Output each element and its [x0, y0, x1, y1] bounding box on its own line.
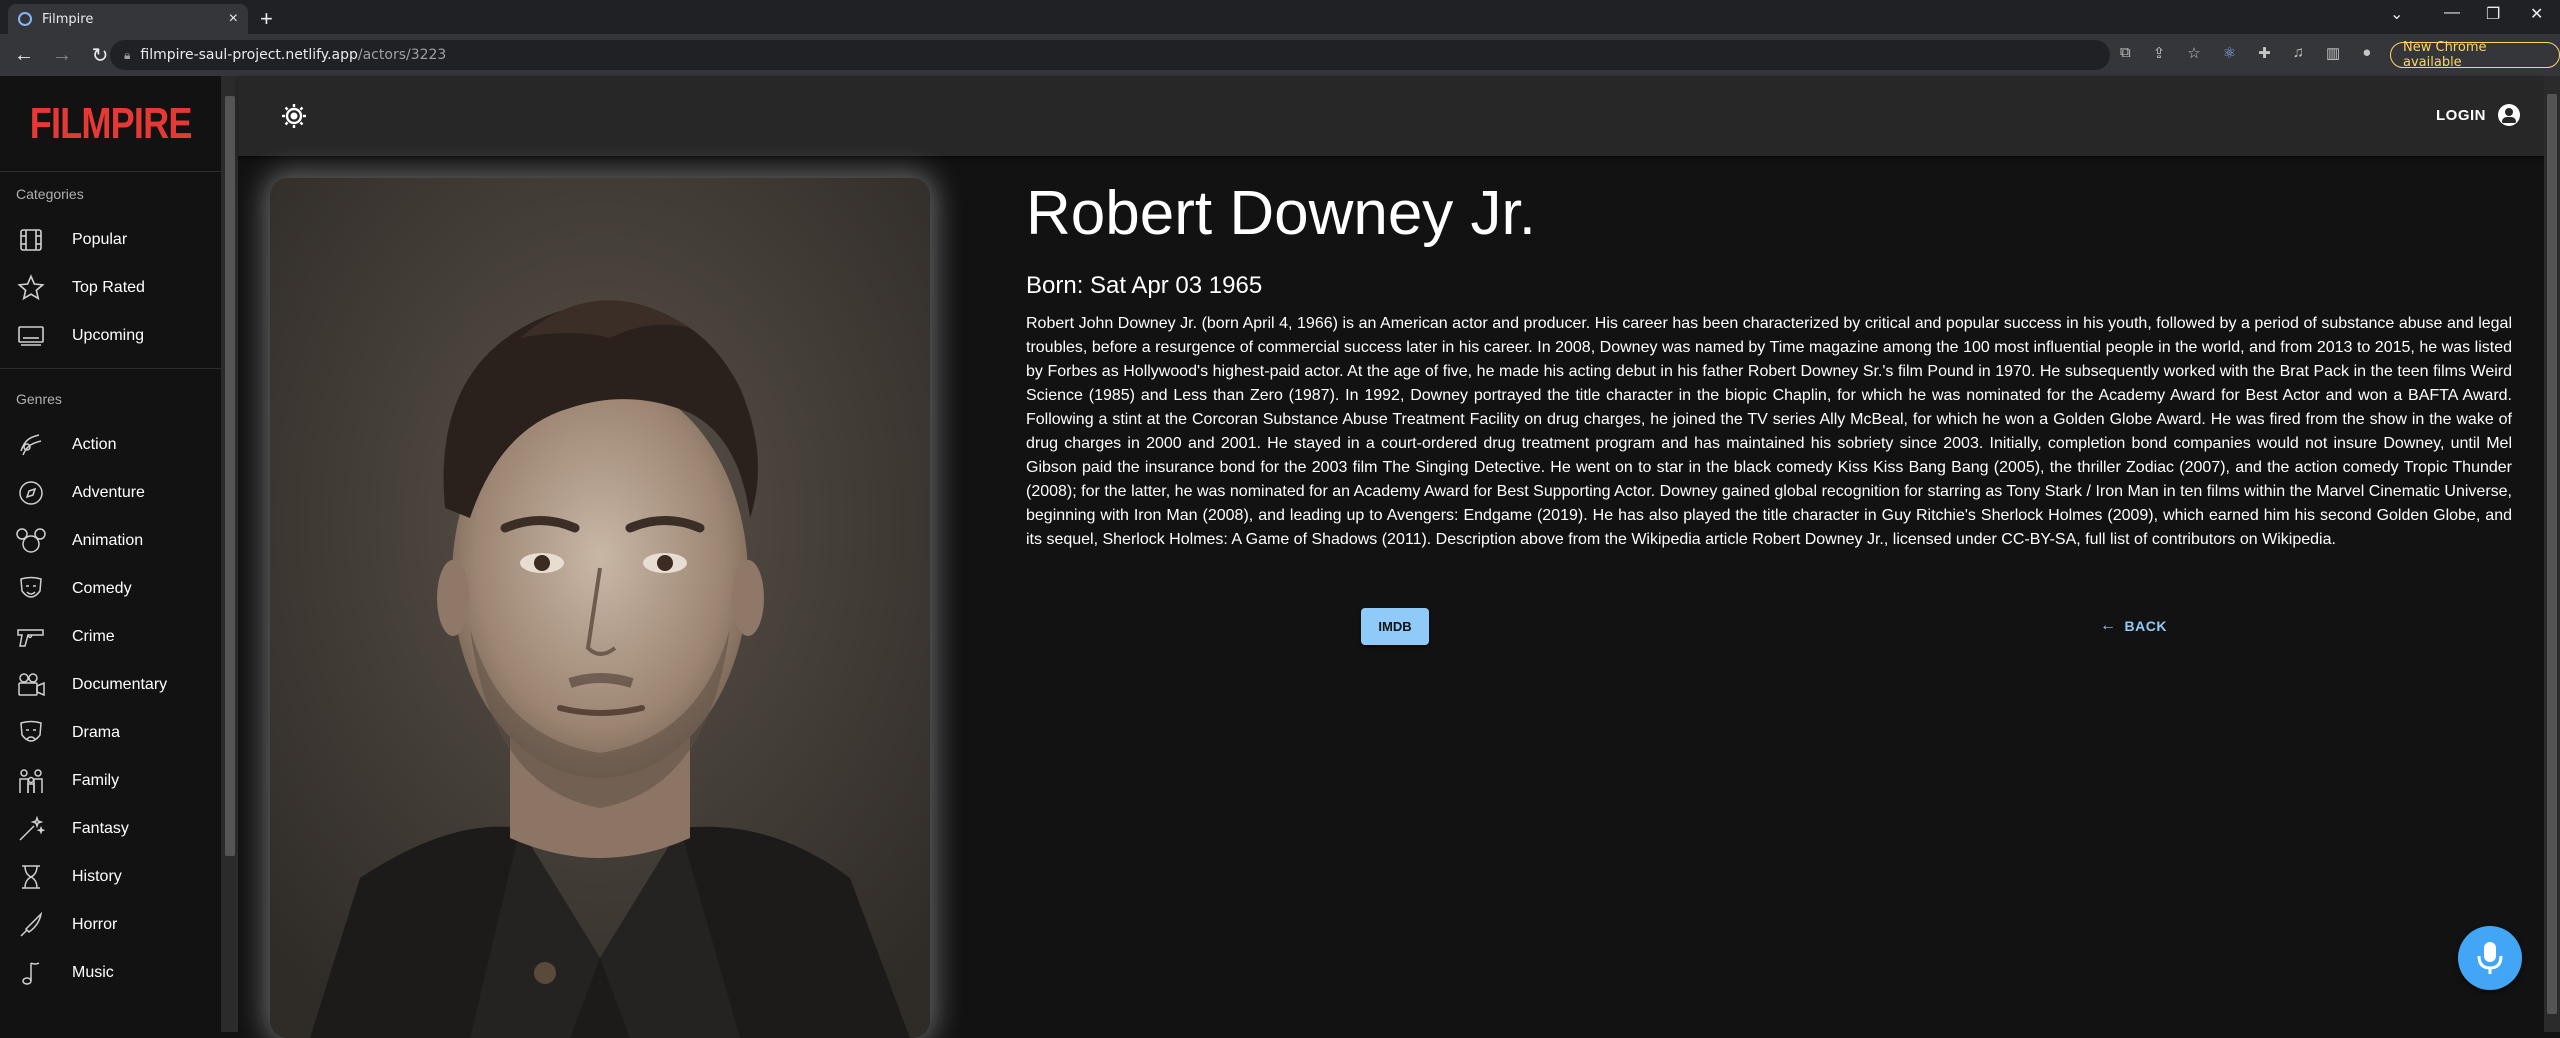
- sidebar-item-horror[interactable]: Horror: [0, 901, 221, 949]
- forward-arrow-icon[interactable]: →: [48, 44, 76, 67]
- sidebar-item-label: Popular: [72, 231, 128, 248]
- actor-biography: Robert John Downey Jr. (born April 4, 19…: [1026, 315, 2512, 548]
- sidebar-item-label: Drama: [72, 724, 121, 741]
- arrow-back-icon: ←: [2100, 617, 2117, 634]
- sidebar-item-label: Horror: [72, 916, 118, 933]
- close-tab-icon[interactable]: ×: [229, 10, 238, 28]
- sidebar-item-documentary[interactable]: Documentary: [0, 661, 221, 709]
- window-close-icon[interactable]: ✕: [2530, 4, 2543, 24]
- media-icon[interactable]: ♫: [2293, 44, 2304, 62]
- sidebar-item-label: History: [72, 868, 122, 885]
- sidebar-item-history[interactable]: History: [0, 853, 221, 901]
- sidebar-item-family[interactable]: Family: [0, 757, 221, 805]
- tab-search-icon[interactable]: ⌄: [2390, 4, 2403, 24]
- extensions-icon[interactable]: ✚: [2258, 44, 2271, 62]
- sidebar-item-popular[interactable]: Popular: [0, 216, 221, 264]
- sidebar-item-music[interactable]: Music: [0, 949, 221, 997]
- url-path: /actors/3223: [357, 47, 447, 63]
- sidebar-item-crime[interactable]: Crime: [0, 613, 221, 661]
- screen-icon: [16, 321, 46, 351]
- sidebar-item-fantasy[interactable]: Fantasy: [0, 805, 221, 853]
- new-tab-icon[interactable]: +: [260, 6, 273, 32]
- sidebar-scrollbar[interactable]: [222, 76, 238, 1032]
- sidebar: FILMPIRE Categories Popular Top Rated Up…: [0, 76, 222, 1032]
- compass-icon: [16, 478, 46, 508]
- login-label: LOGIN: [2436, 106, 2486, 124]
- action-icon: [16, 430, 46, 460]
- new-chrome-available-button[interactable]: New Chrome available: [2390, 40, 2560, 70]
- knife-icon: [16, 910, 46, 940]
- sidebar-item-label: Top Rated: [72, 279, 145, 296]
- sidebar-item-label: Animation: [72, 532, 144, 549]
- divider: [0, 368, 221, 369]
- sidebar-item-comedy[interactable]: Comedy: [0, 565, 221, 613]
- theme-toggle-icon[interactable]: [280, 102, 308, 130]
- browser-toolbar: ← → ↻ 🔒︎ filmpire-saul-project.netlify.a…: [0, 34, 2560, 76]
- imdb-button[interactable]: IMDB: [1361, 608, 1429, 645]
- sidebar-item-label: Comedy: [72, 580, 132, 597]
- sidebar-item-label: Fantasy: [72, 820, 129, 837]
- sidebar-item-label: Action: [72, 436, 117, 453]
- sidebar-scrollbar-thumb[interactable]: [225, 96, 235, 856]
- camera-icon: [16, 670, 46, 700]
- maximize-icon[interactable]: ❐: [2486, 4, 2500, 24]
- share-icon[interactable]: ⇪: [2153, 44, 2166, 62]
- genres-header: Genres: [16, 391, 62, 407]
- voice-assistant-button[interactable]: [2458, 926, 2522, 990]
- profile-avatar-icon[interactable]: ●: [2362, 44, 2371, 62]
- bookmark-star-icon[interactable]: ☆: [2187, 44, 2200, 62]
- microphone-icon: [2477, 942, 2503, 974]
- sidebar-item-top-rated[interactable]: Top Rated: [0, 264, 221, 312]
- sidebar-item-label: Adventure: [72, 484, 145, 501]
- sidebar-item-label: Music: [72, 964, 114, 981]
- main-scrollbar[interactable]: [2544, 76, 2560, 1032]
- install-icon[interactable]: ⧉: [2120, 44, 2131, 62]
- hourglass-icon: [16, 862, 46, 892]
- sidebar-item-action[interactable]: Action: [0, 421, 221, 469]
- family-icon: [16, 766, 46, 796]
- account-circle-icon: [2498, 104, 2520, 126]
- sidebar-item-adventure[interactable]: Adventure: [0, 469, 221, 517]
- actor-birthdate: Born: Sat Apr 03 1965: [1026, 272, 1263, 299]
- browser-tab[interactable]: Filmpire ×: [8, 4, 248, 34]
- star-icon: [16, 273, 46, 303]
- back-button[interactable]: ← BACK: [2100, 612, 2167, 640]
- url-host: filmpire-saul-project.netlify.app: [140, 47, 358, 63]
- side-panel-icon[interactable]: ▥: [2326, 44, 2340, 62]
- react-devtools-icon[interactable]: ⚛: [2223, 44, 2236, 62]
- back-arrow-icon[interactable]: ←: [10, 44, 38, 67]
- minimize-icon[interactable]: —: [2444, 4, 2460, 22]
- categories-header: Categories: [16, 186, 84, 202]
- back-label: BACK: [2124, 618, 2167, 634]
- address-bar[interactable]: 🔒︎ filmpire-saul-project.netlify.app/act…: [110, 40, 2110, 70]
- sidebar-item-drama[interactable]: Drama: [0, 709, 221, 757]
- main-scrollbar-thumb[interactable]: [2547, 94, 2557, 1014]
- gun-icon: [16, 622, 46, 652]
- actor-portrait: [270, 178, 930, 1038]
- tab-title: Filmpire: [42, 11, 94, 27]
- sidebar-item-label: Documentary: [72, 676, 168, 693]
- filmpire-logo[interactable]: FILMPIRE: [0, 76, 221, 172]
- sidebar-item-label: Crime: [72, 628, 115, 645]
- mouse-ears-icon: [16, 526, 46, 556]
- film-icon: [16, 225, 46, 255]
- login-button[interactable]: LOGIN: [2436, 104, 2520, 126]
- music-note-icon: [16, 958, 46, 988]
- mask-icon: [16, 574, 46, 604]
- lock-icon: 🔒︎: [124, 47, 131, 62]
- actor-name: Robert Downey Jr.: [1026, 179, 1536, 248]
- sidebar-item-label: Family: [72, 772, 120, 789]
- sidebar-item-upcoming[interactable]: Upcoming: [0, 312, 221, 360]
- logo-text: FILMPIRE: [29, 98, 193, 148]
- wand-icon: [16, 814, 46, 844]
- drama-icon: [16, 718, 46, 748]
- browser-tab-strip: Filmpire × + ⌄ — ❐ ✕: [0, 0, 2560, 34]
- sidebar-item-label: Upcoming: [72, 327, 145, 344]
- app-bar: LOGIN: [238, 76, 2544, 156]
- sidebar-item-animation[interactable]: Animation: [0, 517, 221, 565]
- react-favicon-icon: [18, 12, 32, 26]
